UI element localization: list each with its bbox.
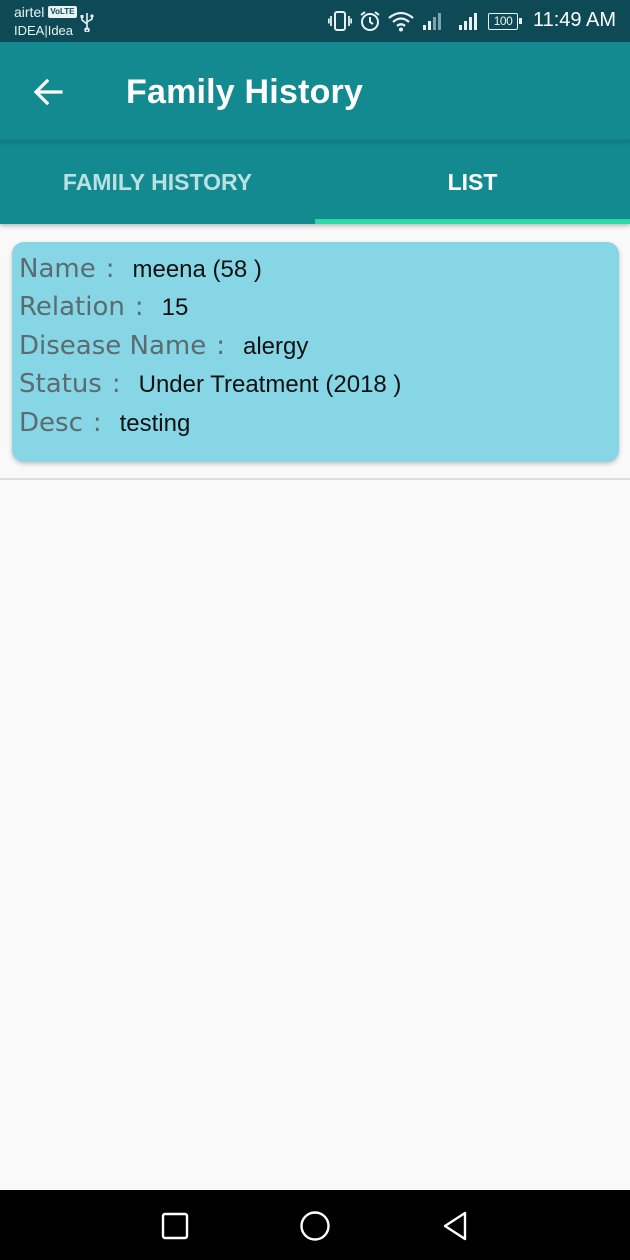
alarm-icon — [360, 11, 380, 31]
family-history-card[interactable]: Name : meena (58 ) Relation : 15 Disease… — [12, 242, 619, 462]
carrier-secondary: IDEA|Idea — [14, 23, 74, 38]
home-button[interactable] — [295, 1206, 335, 1246]
name-value: meena (58 ) — [132, 256, 262, 283]
recent-apps-icon — [161, 1212, 189, 1240]
page-title: Family History — [126, 73, 364, 111]
volte-badge: VoLTE — [48, 6, 77, 18]
tab-indicator — [315, 219, 630, 224]
arrow-left-icon — [33, 79, 63, 105]
disease-label: Disease Name — [19, 331, 207, 361]
back-icon — [443, 1211, 467, 1241]
status-label: Status — [19, 369, 102, 399]
list-divider — [0, 478, 630, 480]
name-row: Name : meena (58 ) — [19, 254, 262, 290]
disease-value: alergy — [243, 333, 309, 360]
relation-separator: : — [134, 292, 144, 322]
home-icon — [300, 1211, 330, 1241]
wifi-icon — [388, 11, 414, 32]
relation-row: Relation : 15 — [19, 292, 188, 328]
desc-separator: : — [92, 408, 102, 438]
signal-icon — [423, 13, 441, 30]
system-back-button[interactable] — [435, 1206, 475, 1246]
back-button[interactable] — [26, 70, 70, 114]
tab-family-history[interactable]: FAMILY HISTORY — [0, 140, 315, 224]
status-bar: airtel VoLTE IDEA|Idea 100 11:49 AM — [0, 0, 630, 42]
relation-label: Relation — [19, 292, 125, 322]
status-separator: : — [111, 369, 121, 399]
status-icons: 100 — [321, 9, 522, 33]
status-value: Under Treatment (2018 ) — [138, 371, 402, 398]
name-label: Name — [19, 254, 96, 284]
carrier-primary-label: airtel — [14, 4, 45, 20]
usb-icon — [80, 13, 94, 32]
relation-value: 15 — [161, 294, 189, 321]
recent-apps-button[interactable] — [155, 1206, 195, 1246]
status-clock: 11:49 AM — [532, 9, 616, 31]
carrier-primary: airtel VoLTE — [14, 4, 77, 20]
tab-list[interactable]: LIST — [315, 140, 630, 224]
signal-icon — [459, 13, 477, 30]
disease-separator: : — [216, 331, 225, 361]
desc-value: testing — [119, 410, 191, 437]
app-bar: Family History — [0, 42, 630, 140]
battery-icon: 100 — [488, 12, 522, 30]
navigation-bar — [0, 1190, 630, 1260]
tab-bar: FAMILY HISTORY LIST — [0, 140, 630, 224]
status-row: Status : Under Treatment (2018 ) — [19, 369, 401, 405]
desc-row: Desc : testing — [19, 408, 190, 444]
desc-label: Desc — [19, 408, 83, 438]
disease-row: Disease Name : alergy — [19, 331, 308, 367]
name-separator: : — [105, 254, 115, 284]
vibrate-icon — [328, 11, 352, 31]
